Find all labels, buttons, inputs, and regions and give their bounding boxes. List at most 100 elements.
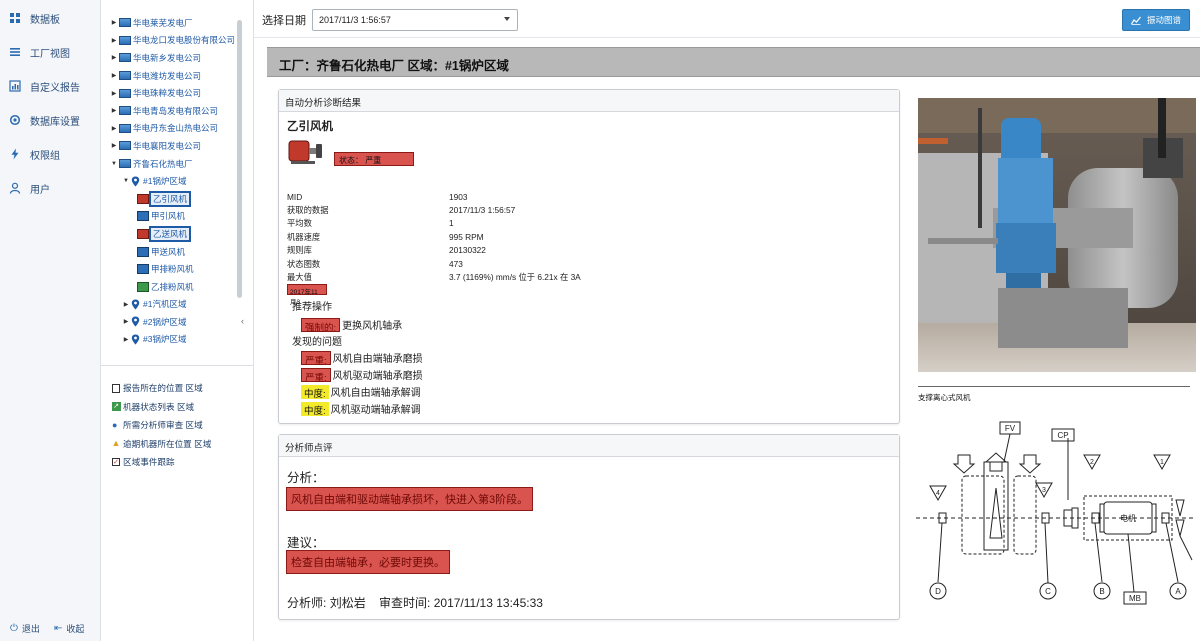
diagnosis-body: 乙引风机 [279, 112, 899, 144]
tree-node[interactable]: ▶ 华电新乡发电公司 [101, 49, 246, 67]
nav-bottom: ⏻ 退出 ⇤ 收起 [0, 622, 101, 635]
analysis-heading: 分析： [287, 471, 325, 485]
auto-diagnosis-panel: 自动分析诊断结果 乙引风机 状态： 严重 MID 1903 获取的数据 2017/11… [278, 89, 900, 424]
chevron-right-icon[interactable]: ▶ [109, 19, 119, 26]
tree-node[interactable]: ▶ 华电潍坊发电公司 [101, 67, 246, 85]
info-row: 状态图数 473 [287, 257, 581, 270]
tree-node[interactable]: ▶ 华电襄阳发电公司 [101, 137, 246, 155]
vibration-spectrum-button[interactable]: 振动图谱 [1122, 9, 1190, 31]
tree-scrollbar[interactable] [237, 20, 242, 298]
tree-node[interactable]: 甲送风机 [101, 243, 246, 261]
plant-icon [119, 159, 131, 169]
warning-icon: ▲ [111, 438, 121, 449]
chevron-down-icon[interactable]: ▼ [109, 161, 119, 167]
quick-link[interactable]: ● 所需分析师审查 区域 [111, 416, 211, 435]
tree-node[interactable]: ▶ #3锅炉区域 [101, 331, 246, 349]
tree-node-label: #3锅炉区域 [143, 334, 187, 345]
chevron-right-icon[interactable]: ▶ [109, 72, 119, 79]
tree-node[interactable]: ▶ 华电龙口发电股份有限公司 [101, 32, 246, 50]
tree-node[interactable]: ▶ 华电珠粹发电公司 [101, 84, 246, 102]
nav-item-permission-group[interactable]: 权限组 [0, 137, 100, 171]
severity-tag: 中度: [301, 401, 329, 417]
analyst-label: 分析师: [287, 596, 327, 610]
review-label: 审查时间: [379, 596, 431, 610]
nav-item-database-settings[interactable]: 数据库设置 [0, 103, 100, 137]
info-key: 机器速度 [287, 231, 321, 242]
fan-status-icon [137, 281, 149, 292]
fan-status-icon [137, 246, 149, 257]
diagram-label-d: D [935, 587, 941, 596]
logout-button[interactable]: ⏻ 退出 [0, 622, 40, 635]
tree-node[interactable]: 乙排粉风机 [101, 278, 246, 296]
machine-status-icon: ↗ [111, 402, 121, 412]
chevron-left-icon[interactable]: ‹ [241, 316, 244, 326]
tree-node[interactable]: 甲排粉风机 [101, 260, 246, 278]
analyst-review-panel: 分析师点评 分析： 风机自由端和驱动端轴承损坏，快进入第3阶段。 建议： 检查自… [278, 434, 900, 620]
info-value: 1 [449, 218, 454, 229]
tree-node[interactable]: ▶ #2锅炉区域 [101, 313, 246, 331]
checkbox-icon: ✓ [112, 458, 120, 467]
analysis-text: 风机自由端和驱动端轴承损坏，快进入第3阶段。 [286, 487, 534, 511]
tree-node-label: 乙送风机 [148, 225, 192, 242]
quick-link[interactable]: ↗ 机器状态列表 区域 [111, 398, 211, 417]
tree-divider [101, 365, 254, 366]
chevron-down-icon[interactable]: ▼ [121, 178, 131, 184]
chevron-right-icon[interactable]: ▶ [121, 336, 131, 343]
nav-item-factory-view[interactable]: 工厂视图 [0, 35, 100, 69]
report-icon [111, 383, 121, 393]
chevron-right-icon[interactable]: ▶ [109, 142, 119, 149]
date-select[interactable]: 2017/11/3 1:56:57 [312, 9, 518, 31]
tree-node[interactable]: 乙送风机 [101, 225, 246, 243]
quick-link[interactable]: ▲ 逾期机器所在位置 区域 [111, 435, 212, 454]
plant-icon [119, 35, 131, 45]
problems-heading: 发现的问题 [292, 337, 342, 348]
info-row: 获取的数据 2017/11/3 1:56:57 [287, 203, 581, 216]
tree-node-label: 乙引风机 [148, 190, 192, 207]
tree-node-label: #1锅炉区域 [143, 176, 187, 187]
tree-node[interactable]: 甲引风机 [101, 208, 246, 226]
collapse-button[interactable]: ⇤ 收起 [40, 622, 84, 635]
info-value: 3.7 (1169%) mm/s 位于 6.21x 在 3A [449, 272, 581, 283]
tree-node[interactable]: ▼ #1锅炉区域 [101, 172, 246, 190]
quick-link[interactable]: ✓ 区域事件跟踪 [111, 453, 211, 472]
nav-item-custom-report[interactable]: 自定义报告 [0, 69, 100, 103]
nav-item-dashboard[interactable]: 数据板 [0, 1, 100, 35]
severity-tag: 严重: [301, 367, 331, 384]
quick-link-label: 报告所在的位置 区域 [123, 383, 203, 394]
tree-node-label: 甲引风机 [151, 211, 186, 222]
chevron-right-icon[interactable]: ▶ [109, 90, 119, 97]
quick-link-label: 逾期机器所在位置 区域 [123, 438, 212, 449]
chevron-right-icon[interactable]: ▶ [109, 125, 119, 132]
chevron-right-icon[interactable]: ▶ [121, 301, 131, 308]
tree-node[interactable]: ▶ 华电青岛发电有限公司 [101, 102, 246, 120]
nav-item-users[interactable]: 用户 [0, 171, 100, 205]
tree-node[interactable]: ▼ 齐鲁石化热电厂 [101, 155, 246, 173]
tree-node-label: 华电丹东金山热电公司 [133, 123, 219, 134]
user-icon [9, 182, 21, 194]
info-key: 规则库 [287, 245, 312, 256]
severity-tag: 严重: [301, 350, 331, 367]
chevron-right-icon[interactable]: ▶ [109, 54, 119, 61]
info-key: MID [287, 191, 303, 202]
chevron-right-icon[interactable]: ▶ [109, 37, 119, 44]
machine-photo [918, 98, 1196, 372]
info-key: 状态图数 [287, 258, 321, 269]
date-select-value: 2017/11/3 1:56:57 [319, 15, 391, 25]
problem-row: 中度: 风机自由端轴承解调 [301, 383, 423, 400]
quick-link[interactable]: 报告所在的位置 区域 [111, 379, 211, 398]
tree-node[interactable]: ▶ 华电莱芜发电厂 [101, 14, 246, 32]
fan-status-icon [137, 193, 149, 204]
plant-icon [119, 53, 131, 63]
chevron-right-icon[interactable]: ▶ [121, 318, 131, 325]
location-pin-icon [131, 334, 140, 345]
location-pin-icon [131, 316, 140, 327]
tree-node-label: 甲送风机 [151, 246, 186, 257]
problem-text: 风机自由端轴承磨损 [332, 354, 423, 365]
chevron-right-icon[interactable]: ▶ [109, 107, 119, 114]
tree-node[interactable]: 乙引风机 [101, 190, 246, 208]
severity-tag: 中度: [301, 384, 329, 400]
nav-label: 数据库设置 [30, 116, 80, 128]
tree-node-label: 华电龙口发电股份有限公司 [133, 35, 236, 46]
tree-node[interactable]: ▶ 华电丹东金山热电公司 [101, 120, 246, 138]
tree-node[interactable]: ▶ #1汽机区域 [101, 296, 246, 314]
